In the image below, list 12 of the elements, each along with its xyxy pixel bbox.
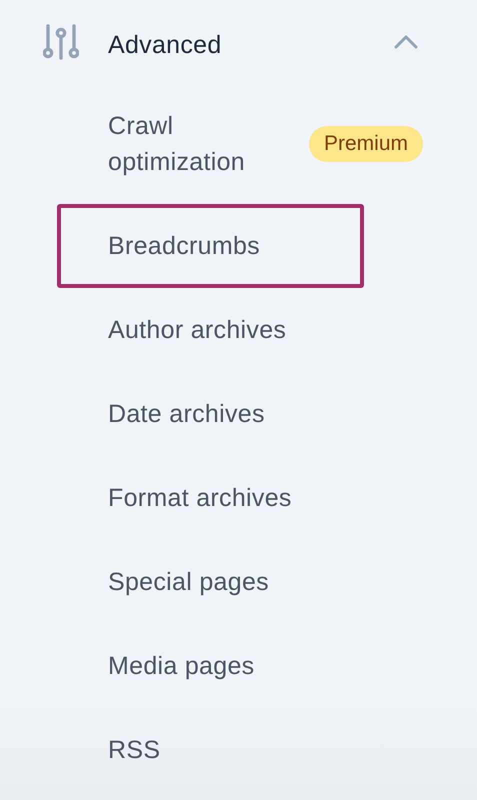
section-title: Advanced <box>108 30 222 60</box>
nav-item[interactable]: RSS <box>57 708 364 792</box>
nav-item[interactable]: Crawl optimization <box>57 84 277 204</box>
nav-item[interactable]: Date archives <box>57 372 364 456</box>
premium-badge: Premium <box>308 126 423 162</box>
nav-item[interactable]: Special pages <box>57 540 364 624</box>
nav-item[interactable]: Media pages <box>57 624 364 708</box>
chevron-icon[interactable] <box>394 35 418 49</box>
nav-item[interactable]: Breadcrumbs <box>57 204 364 288</box>
nav-item[interactable]: Author archives <box>57 288 364 372</box>
nav-item[interactable]: Format archives <box>57 456 364 540</box>
sliders-icon <box>43 24 79 60</box>
